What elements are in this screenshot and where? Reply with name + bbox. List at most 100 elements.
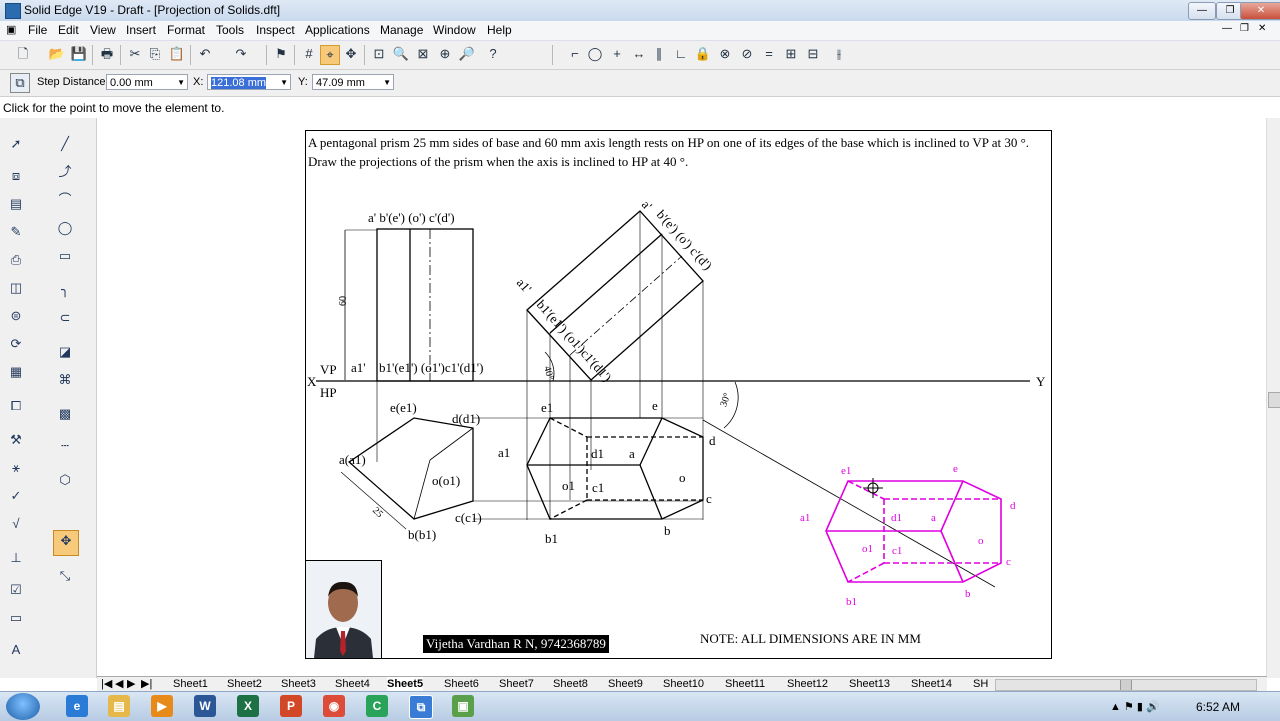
minimize-button[interactable]: — — [1188, 2, 1216, 20]
distance-tool-icon[interactable]: ↔ — [630, 45, 648, 63]
solid-edge-app-icon[interactable] — [5, 3, 21, 19]
connect-tool-icon[interactable]: ⊗ — [716, 45, 734, 63]
tray-icons[interactable]: ▲ ⚑ ▮ 🔊 — [1110, 700, 1160, 713]
menu-window[interactable]: Window — [433, 23, 476, 37]
section-icon[interactable]: ⧠ — [6, 396, 26, 416]
redo-icon[interactable]: ↷ — [232, 45, 250, 63]
intellisketch-icon[interactable]: ⌖ — [320, 45, 340, 65]
wrench-icon[interactable]: ✎ — [6, 222, 26, 242]
tab-sheet13[interactable]: Sheet13 — [849, 677, 890, 691]
tab-sheet5-active[interactable]: Sheet5 — [387, 677, 424, 691]
callout-icon[interactable]: ▭ — [6, 608, 26, 628]
app-green-icon[interactable]: C — [366, 695, 388, 717]
explorer-icon[interactable]: ▤ — [108, 695, 130, 717]
tab-sheet2[interactable]: Sheet2 — [227, 677, 262, 691]
tab-sheet10[interactable]: Sheet10 — [663, 677, 704, 691]
tab-sheet-more[interactable]: SH — [973, 677, 988, 691]
curve-draw-icon[interactable]: ⤴ — [55, 162, 75, 182]
menu-view[interactable]: View — [90, 23, 116, 37]
line-draw-icon[interactable]: ╱ — [55, 134, 75, 154]
zoom-icon[interactable]: 🔍 — [392, 45, 410, 63]
equal-tool-icon[interactable]: = — [760, 45, 778, 63]
grid-view-icon[interactable]: ▦ — [6, 362, 26, 382]
tab-sheet14[interactable]: Sheet14 — [911, 677, 952, 691]
start-button[interactable] — [6, 693, 40, 720]
pattern-icon[interactable]: ⌘ — [55, 370, 75, 390]
media-icon[interactable]: ▶ — [151, 695, 173, 717]
check-icon[interactable]: ☑ — [6, 580, 26, 600]
last-sheet-button[interactable]: ▶| — [141, 677, 152, 691]
doc-close-button[interactable]: ✕ — [1258, 23, 1266, 34]
offset-icon[interactable]: ⊂ — [55, 308, 75, 328]
menu-help[interactable]: Help — [487, 23, 512, 37]
menu-inspect[interactable]: Inspect — [256, 23, 295, 37]
hscroll-thumb[interactable] — [1120, 680, 1132, 690]
tab-sheet7[interactable]: Sheet7 — [499, 677, 534, 691]
new-icon[interactable]: 🗋 — [14, 45, 32, 63]
print-icon[interactable]: 🖶 — [98, 45, 116, 63]
table-icon[interactable]: ▤ — [6, 194, 26, 214]
tab-sheet9[interactable]: Sheet9 — [608, 677, 643, 691]
chrome-icon[interactable]: ◉ — [323, 695, 345, 717]
tangent-tool-icon[interactable]: ⊘ — [738, 45, 756, 63]
excel-icon[interactable]: X — [237, 695, 259, 717]
clip-icon[interactable]: ⊜ — [6, 306, 26, 326]
y-field[interactable]: 47.09 mm ▼ — [312, 74, 394, 90]
ie-icon[interactable]: e — [66, 695, 88, 717]
arc-draw-icon[interactable]: ⌒ — [55, 190, 75, 210]
tab-sheet4[interactable]: Sheet4 — [335, 677, 370, 691]
move-options-icon[interactable]: ⧉ — [10, 73, 30, 93]
word-icon[interactable]: W — [194, 695, 216, 717]
circle-draw-icon[interactable]: ◯ — [55, 218, 75, 238]
help-pointer-icon[interactable]: ? — [484, 45, 502, 63]
menu-insert[interactable]: Insert — [126, 23, 156, 37]
next-sheet-button[interactable]: ▶ — [127, 677, 135, 691]
close-button[interactable]: ✕ — [1240, 2, 1280, 20]
rectangle-draw-icon[interactable]: ▭ — [55, 246, 75, 266]
fillet-icon[interactable]: ╮ — [55, 280, 75, 300]
tab-sheet12[interactable]: Sheet12 — [787, 677, 828, 691]
refresh-icon[interactable]: ⟳ — [6, 334, 26, 354]
point-tool-icon[interactable]: + — [608, 45, 626, 63]
menu-tools[interactable]: Tools — [216, 23, 244, 37]
finish-icon[interactable]: ✓ — [6, 486, 26, 506]
fit-icon[interactable]: ⊠ — [414, 45, 432, 63]
surface-icon[interactable]: √ — [6, 514, 26, 534]
mirror-tool-icon[interactable]: ⫲ — [830, 45, 848, 63]
datum-icon[interactable]: ⊥ — [6, 548, 26, 568]
fill-icon[interactable]: ◪ — [55, 342, 75, 362]
doc-icon[interactable]: ▣ — [6, 23, 16, 36]
doc-restore-button[interactable]: ❐ — [1240, 23, 1249, 34]
dimension-icon[interactable]: ┄ — [55, 436, 75, 456]
menu-file[interactable]: File — [28, 23, 47, 37]
x-field[interactable]: 121.08 mm ▼ — [207, 74, 291, 90]
lock-tool-icon[interactable]: 🔒 — [694, 45, 712, 63]
app-extra-icon[interactable]: ▣ — [452, 695, 474, 717]
menu-applications[interactable]: Applications — [305, 23, 370, 37]
select-tool-icon[interactable]: ➚ — [6, 134, 26, 154]
flag-icon[interactable]: ⚑ — [272, 45, 290, 63]
tab-sheet11[interactable]: Sheet11 — [725, 677, 765, 691]
stamp-icon[interactable]: ⎙ — [6, 250, 26, 270]
parallel-tool-icon[interactable]: ∥ — [650, 45, 668, 63]
open-icon[interactable]: 📂 — [48, 45, 66, 63]
prev-sheet-button[interactable]: ◀ — [115, 677, 123, 691]
circle-tool-icon[interactable]: ◯ — [586, 45, 604, 63]
layout-icon[interactable]: ◫ — [6, 278, 26, 298]
line-tool-icon[interactable]: ⌐ — [566, 45, 584, 63]
doc-minimize-button[interactable]: — — [1222, 23, 1232, 34]
solid-edge-task-icon[interactable]: ⧉ — [409, 695, 433, 719]
pan-icon[interactable]: ⊕ — [436, 45, 454, 63]
hatch-icon[interactable]: ▩ — [55, 404, 75, 424]
cut-icon[interactable]: ✂ — [126, 45, 144, 63]
tab-sheet6[interactable]: Sheet6 — [444, 677, 479, 691]
tab-sheet3[interactable]: Sheet3 — [281, 677, 316, 691]
3d-box-icon[interactable]: ⬡ — [55, 470, 75, 490]
horizontal-tool-icon[interactable]: ⊟ — [804, 45, 822, 63]
menu-manage[interactable]: Manage — [380, 23, 423, 37]
save-icon[interactable]: 💾 — [70, 45, 88, 63]
snap-icon[interactable]: ✥ — [342, 45, 360, 63]
powerpoint-icon[interactable]: P — [280, 695, 302, 717]
copy-icon[interactable]: ⎘ — [146, 45, 164, 63]
zoom-area-icon[interactable]: ⊡ — [370, 45, 388, 63]
